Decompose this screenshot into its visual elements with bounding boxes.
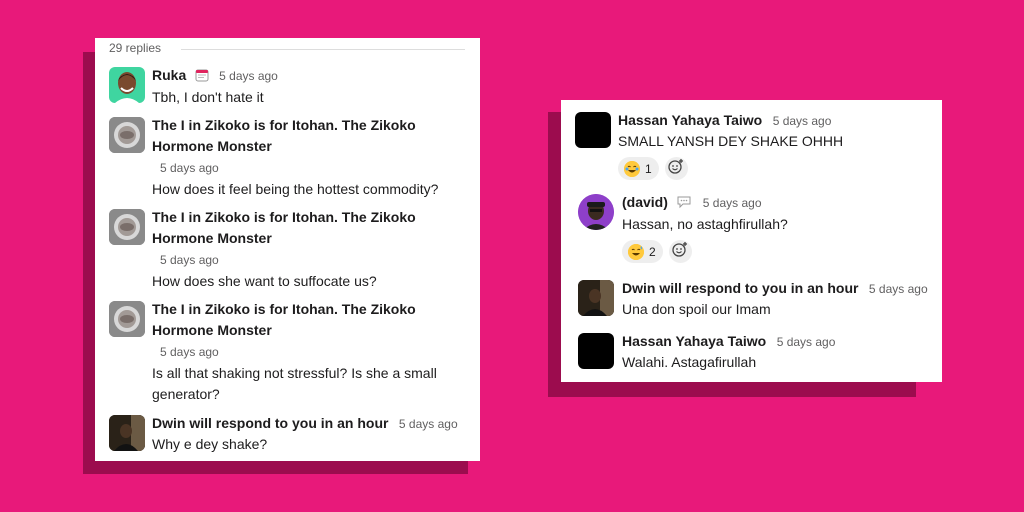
message-header: Dwin will respond to you in an hour 5 da…	[152, 413, 472, 434]
reactions-row: 2	[622, 240, 938, 263]
avatar[interactable]	[575, 112, 611, 148]
divider-line	[181, 49, 465, 50]
avatar[interactable]	[578, 194, 614, 230]
message-content: (david) 5 days ago Hassan, no astaghfiru…	[622, 192, 938, 263]
author-name[interactable]: (david)	[622, 194, 668, 210]
message-text: How does it feel being the hottest commo…	[152, 181, 439, 197]
grinning-sweat-emoji-icon	[628, 243, 644, 260]
author-name[interactable]: The I in Zikoko is for Itohan. The Zikok…	[152, 115, 472, 157]
author-name[interactable]: The I in Zikoko is for Itohan. The Zikok…	[152, 207, 472, 249]
message-text: Walahi. Astagafirullah	[622, 354, 757, 370]
timestamp[interactable]: 5 days ago	[777, 335, 836, 349]
message-header: (david) 5 days ago	[622, 192, 938, 214]
timestamp[interactable]: 5 days ago	[152, 249, 472, 271]
right-thread-card: Hassan Yahaya Taiwo 5 days ago SMALL YAN…	[561, 100, 942, 382]
calendar-icon	[195, 68, 209, 87]
avatar[interactable]	[109, 209, 145, 245]
add-reaction-button[interactable]	[668, 240, 692, 263]
message-text: How does she want to suffocate us?	[152, 273, 377, 289]
left-thread-card: 29 replies Ruka 5 days ago Tbh, I don't …	[95, 38, 480, 461]
timestamp[interactable]: 5 days ago	[219, 69, 278, 83]
author-name[interactable]: Hassan Yahaya Taiwo	[622, 333, 766, 349]
add-reaction-icon	[668, 158, 684, 179]
message-content: Hassan Yahaya Taiwo 5 days ago Walahi. A…	[622, 331, 938, 373]
avatar[interactable]	[109, 415, 145, 451]
timestamp[interactable]: 5 days ago	[703, 196, 762, 210]
message-text: Una don spoil our Imam	[622, 301, 771, 317]
message-header: Hassan Yahaya Taiwo 5 days ago	[618, 110, 938, 131]
replies-divider: 29 replies	[109, 41, 465, 57]
message-text: Hassan, no astaghfirullah?	[622, 216, 788, 232]
message-header: Ruka 5 days ago	[152, 65, 472, 87]
message-content: Hassan Yahaya Taiwo 5 days ago SMALL YAN…	[618, 110, 938, 180]
message-text: Tbh, I don't hate it	[152, 89, 264, 105]
avatar[interactable]	[109, 67, 145, 103]
timestamp[interactable]: 5 days ago	[773, 114, 832, 128]
reactions-row: 1	[618, 157, 938, 180]
reaction-pill[interactable]: 1	[618, 157, 659, 180]
message-text: Why e dey shake?	[152, 436, 268, 452]
message-header: Hassan Yahaya Taiwo 5 days ago	[622, 331, 938, 352]
message-text: SMALL YANSH DEY SHAKE OHHH	[618, 133, 844, 149]
timestamp[interactable]: 5 days ago	[152, 341, 448, 363]
avatar[interactable]	[109, 117, 145, 153]
avatar[interactable]	[578, 333, 614, 369]
author-name[interactable]: Hassan Yahaya Taiwo	[618, 112, 762, 128]
message-content: The I in Zikoko is for Itohan. The Zikok…	[152, 115, 472, 200]
timestamp[interactable]: 5 days ago	[399, 417, 458, 431]
message-content: Dwin will respond to you in an hour 5 da…	[622, 278, 940, 320]
author-name[interactable]: Dwin will respond to you in an hour	[152, 415, 388, 431]
add-reaction-button[interactable]	[664, 157, 688, 180]
timestamp[interactable]: 5 days ago	[152, 157, 472, 179]
avatar[interactable]	[109, 301, 145, 337]
author-name[interactable]: The I in Zikoko is for Itohan. The Zikok…	[152, 299, 448, 341]
reaction-count: 2	[649, 244, 656, 259]
replies-count[interactable]: 29 replies	[109, 41, 161, 55]
message-content: The I in Zikoko is for Itohan. The Zikok…	[152, 207, 472, 292]
joy-emoji-icon	[624, 160, 640, 177]
add-reaction-icon	[672, 241, 688, 262]
reaction-count: 1	[645, 161, 652, 176]
message-header: Dwin will respond to you in an hour 5 da…	[622, 278, 940, 299]
timestamp[interactable]: 5 days ago	[869, 282, 928, 296]
message-content: Dwin will respond to you in an hour 5 da…	[152, 413, 472, 455]
author-name[interactable]: Dwin will respond to you in an hour	[622, 280, 858, 296]
message-content: Ruka 5 days ago Tbh, I don't hate it	[152, 65, 472, 108]
speech-bubble-icon	[676, 195, 692, 214]
message-content: The I in Zikoko is for Itohan. The Zikok…	[152, 299, 448, 405]
author-name[interactable]: Ruka	[152, 67, 186, 83]
reaction-pill[interactable]: 2	[622, 240, 663, 263]
message-text: Is all that shaking not stressful? Is sh…	[152, 365, 437, 402]
avatar[interactable]	[578, 280, 614, 316]
